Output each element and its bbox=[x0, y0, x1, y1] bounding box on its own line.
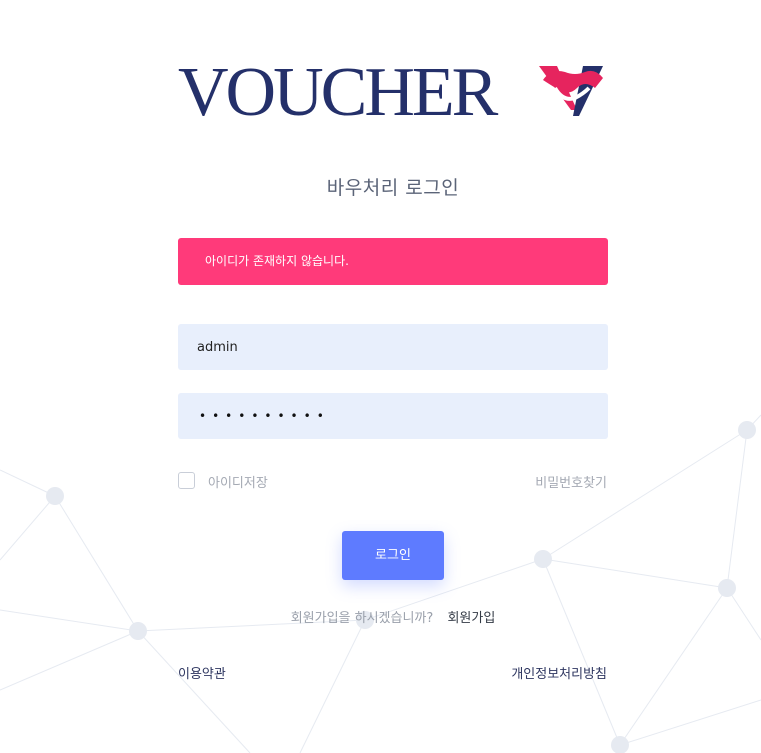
page-title: 바우처리 로그인 bbox=[326, 177, 460, 199]
id-input[interactable] bbox=[178, 324, 608, 370]
error-alert: 아이디가 존재하지 않습니다. bbox=[178, 238, 608, 285]
signup-row: 회원가입을 하시겠습니까? 회원가입 bbox=[0, 607, 761, 626]
voucher-logo: VOUCHER bbox=[178, 54, 610, 132]
logo-text: VOUCHER bbox=[178, 54, 498, 131]
login-page: VOUCHER 바우처리 로그인 아이디가 존재하지 않습니다. •••••••… bbox=[0, 0, 761, 753]
remember-id-checkbox[interactable] bbox=[178, 472, 195, 489]
remember-id-label: 아이디저장 bbox=[208, 476, 268, 491]
signup-link[interactable]: 회원가입 bbox=[447, 611, 495, 626]
find-password-link[interactable]: 비밀번호찾기 bbox=[535, 472, 607, 491]
handshake-icon bbox=[539, 66, 603, 116]
privacy-policy-link[interactable]: 개인정보처리방침 bbox=[511, 663, 607, 682]
password-mask: •••••••••• bbox=[199, 409, 330, 423]
login-button[interactable]: 로그인 bbox=[342, 531, 444, 580]
signup-question: 회원가입을 하시겠습니까? bbox=[290, 611, 434, 626]
terms-link[interactable]: 이용약관 bbox=[178, 663, 226, 682]
